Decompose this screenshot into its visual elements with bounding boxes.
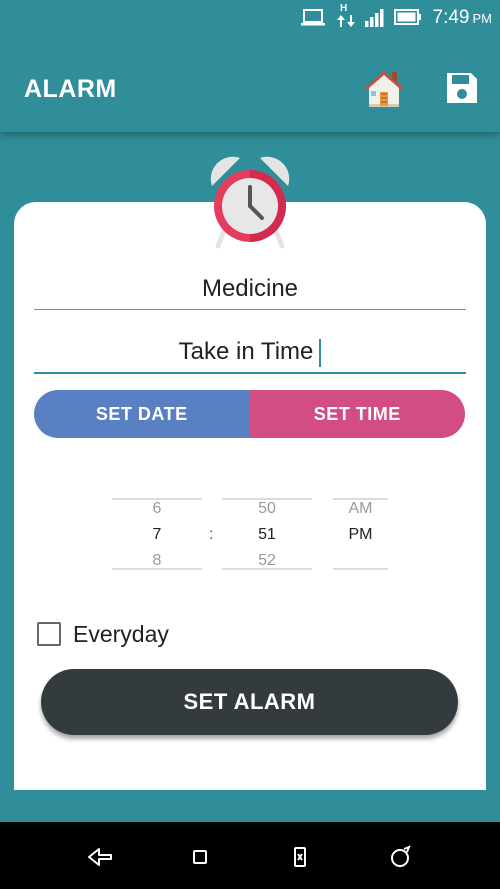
laptop-icon [301,9,325,26]
house-icon[interactable] [362,68,406,108]
ampm-picker[interactable]: AM PM [333,498,388,570]
hour-prev: 6 [152,500,162,517]
minute-selected: 51 [258,526,276,543]
set-time-button[interactable]: SET TIME [249,390,465,438]
alarm-note-field[interactable]: Take in Time [34,336,466,374]
alarm-note-value: Take in Time [178,338,314,365]
date-time-toggle: SET DATE SET TIME [34,390,465,438]
checkbox-square[interactable] [37,622,61,646]
set-date-button[interactable]: SET DATE [34,390,250,438]
save-icon[interactable] [444,70,480,106]
picker-divider [333,568,388,570]
picker-separator: : [209,526,214,543]
hour-picker[interactable]: 6 7 8 [112,498,202,570]
status-time: 7:49 [432,7,470,28]
alarm-title-value: Medicine [201,275,299,302]
picker-divider [222,568,312,570]
alarm-title-field[interactable]: Medicine [34,274,466,310]
network-type: H [340,3,348,14]
everyday-checkbox[interactable]: Everyday [37,621,169,647]
clock-readout: 7:49 PM [433,7,492,29]
recents-icon[interactable] [287,844,313,870]
back-icon[interactable] [87,844,113,870]
signal-icon [365,9,384,27]
home-square-icon[interactable] [187,844,213,870]
navigation-bar [0,822,500,889]
minute-prev: 50 [258,500,276,517]
status-ampm: PM [472,11,493,26]
text-cursor [319,338,322,367]
ampm-selected: PM [348,526,373,543]
picker-divider [112,568,202,570]
page-title: ALARM [24,75,117,103]
assist-icon[interactable] [387,844,413,870]
app-bar: ALARM [0,36,500,132]
data-arrows-icon [337,15,355,27]
hour-selected: 7 [152,526,162,543]
alarm-clock-icon [210,156,290,249]
battery-icon [394,9,421,25]
everyday-label: Everyday [73,620,169,647]
set-alarm-button[interactable]: SET ALARM [41,669,458,735]
ampm-prev: AM [348,500,373,517]
status-bar: H 7:49 PM [0,0,500,36]
minute-picker[interactable]: 50 51 52 [222,498,312,570]
